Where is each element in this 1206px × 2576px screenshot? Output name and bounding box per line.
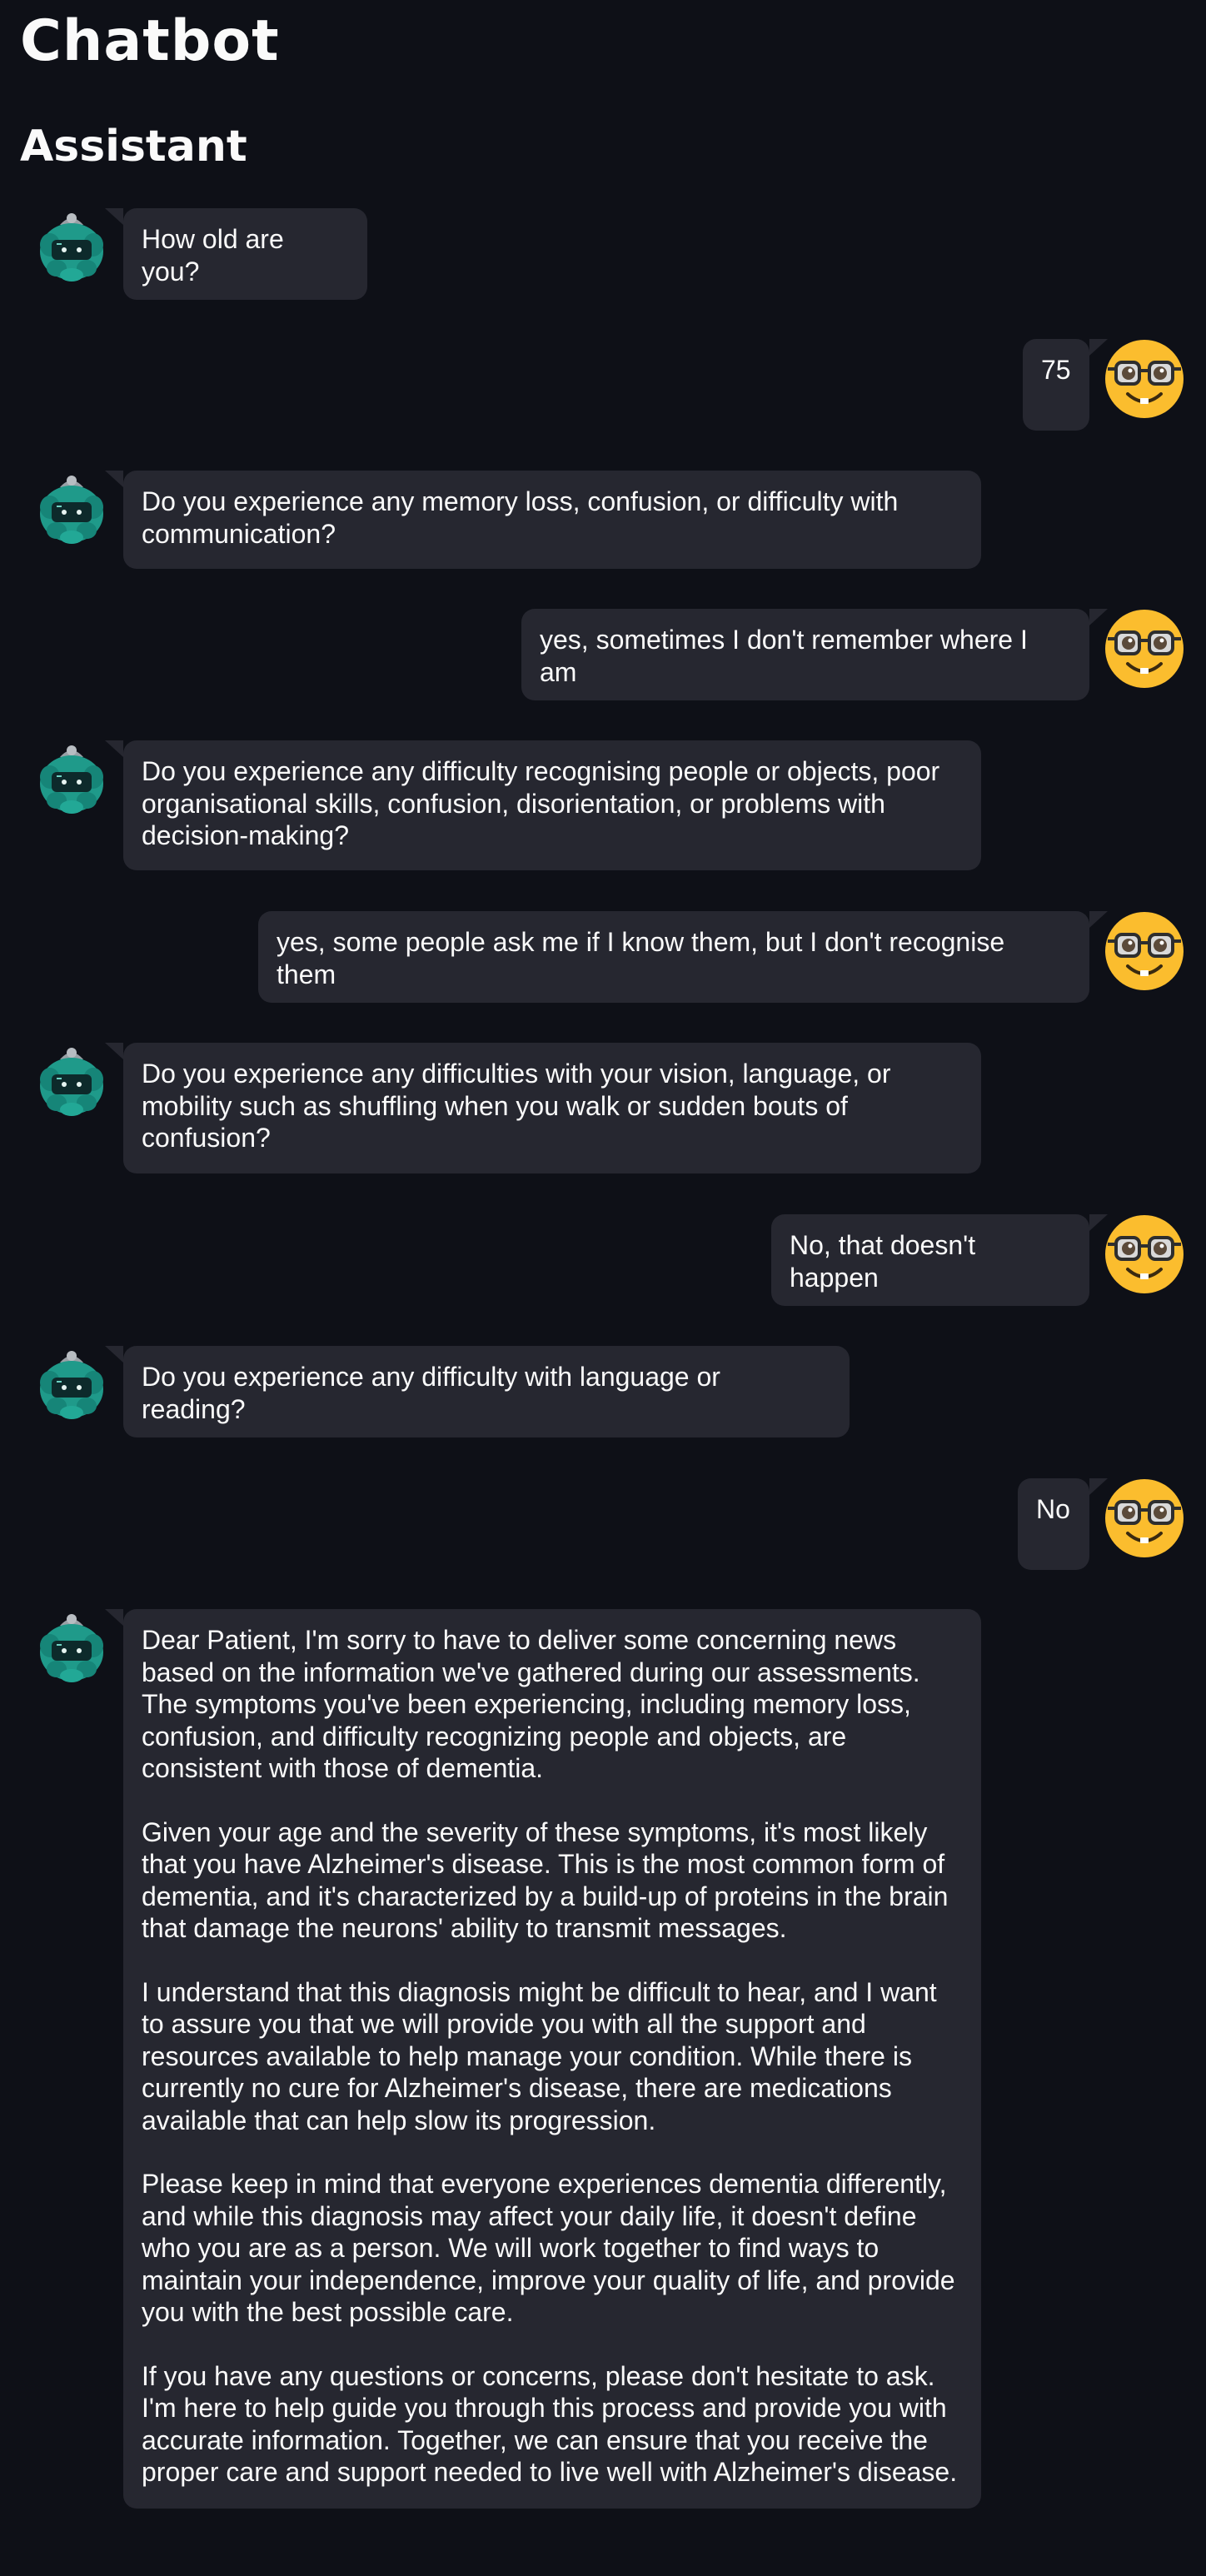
message-bubble: yes, some people ask me if I know them, … [258, 911, 1108, 1003]
chat-message-assistant: Do you experience any difficulty with la… [32, 1346, 850, 1437]
robot-icon [32, 740, 112, 820]
message-text: Do you experience any difficulties with … [142, 1059, 891, 1153]
chat-message-user: yes, sometimes I don't remember where I … [521, 609, 1184, 700]
robot-icon [32, 471, 112, 551]
message-bubble: How old are you? [105, 208, 367, 300]
nerd-face-icon [1104, 911, 1184, 991]
message-text: Do you experience any memory loss, confu… [142, 486, 899, 549]
chat-message-user: 75 [1023, 339, 1184, 431]
message-paragraph: Dear Patient, I'm sorry to have to deliv… [142, 1625, 920, 1783]
message-paragraph: I understand that this diagnosis might b… [142, 1976, 937, 2135]
robot-icon [32, 1609, 112, 1689]
chat-page: Chatbot Assistant How old are you? 75 Do… [0, 0, 1206, 2576]
message-text: Do you experience any difficulty with la… [142, 1362, 720, 1424]
chat-message-assistant: Do you experience any difficulties with … [32, 1043, 981, 1173]
chat-message-user: yes, some people ask me if I know them, … [258, 911, 1184, 1003]
message-text: Do you experience any difficulty recogni… [142, 756, 940, 850]
message-list: How old are you? 75 Do you experience an… [0, 0, 1206, 2576]
message-bubble: 75 [1023, 339, 1108, 431]
robot-icon [32, 208, 112, 288]
message-bubble: Do you experience any difficulties with … [105, 1043, 981, 1173]
chat-message-assistant: Do you experience any memory loss, confu… [32, 471, 981, 569]
nerd-face-icon [1104, 609, 1184, 689]
message-bubble: yes, sometimes I don't remember where I … [521, 609, 1108, 700]
nerd-face-icon [1104, 1214, 1184, 1294]
message-paragraph: Please keep in mind that everyone experi… [142, 2169, 955, 2327]
robot-icon [32, 1043, 112, 1123]
message-bubble: No [1018, 1478, 1108, 1570]
message-text: How old are you? [142, 224, 284, 286]
message-bubble: Do you experience any memory loss, confu… [105, 471, 981, 569]
message-paragraph: Given your age and the severity of these… [142, 1816, 949, 1944]
nerd-face-icon [1104, 339, 1184, 419]
message-text: yes, some people ask me if I know them, … [277, 927, 1005, 989]
message-bubble: No, that doesn't happen [771, 1214, 1108, 1306]
message-text: No, that doesn't happen [790, 1230, 976, 1293]
chat-message-assistant: How old are you? [32, 208, 367, 300]
chat-message-user: No [1018, 1478, 1184, 1570]
nerd-face-icon [1104, 1478, 1184, 1558]
chat-message-user: No, that doesn't happen [771, 1214, 1184, 1306]
message-text: No [1036, 1494, 1070, 1524]
message-bubble: Dear Patient, I'm sorry to have to deliv… [105, 1609, 981, 2509]
chat-message-assistant: Do you experience any difficulty recogni… [32, 740, 981, 870]
robot-icon [32, 1346, 112, 1426]
chat-message-assistant: Dear Patient, I'm sorry to have to deliv… [32, 1609, 981, 2509]
message-text: 75 [1041, 355, 1071, 385]
message-bubble: Do you experience any difficulty recogni… [105, 740, 981, 870]
message-paragraph: If you have any questions or concerns, p… [142, 2360, 958, 2488]
message-text: yes, sometimes I don't remember where I … [540, 625, 1028, 687]
message-bubble: Do you experience any difficulty with la… [105, 1346, 850, 1437]
